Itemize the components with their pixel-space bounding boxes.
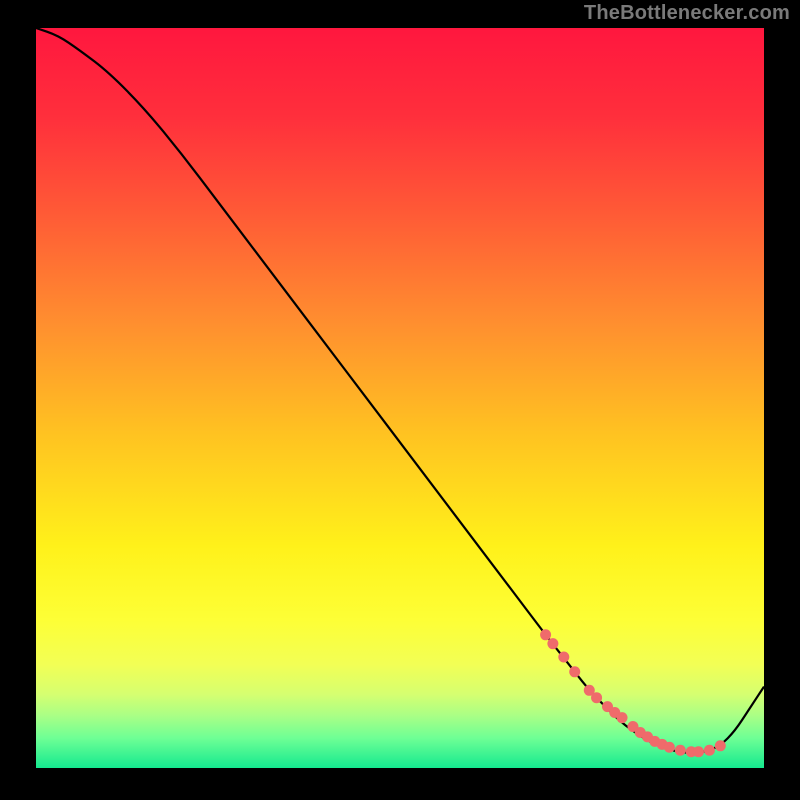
chart-container: TheBottlenecker.com: [0, 0, 800, 800]
highlight-dot: [693, 746, 704, 757]
highlight-dot: [569, 666, 580, 677]
highlight-dot: [664, 742, 675, 753]
highlight-dot: [591, 692, 602, 703]
highlight-dot: [675, 745, 686, 756]
highlight-dot: [547, 638, 558, 649]
plot-area: [36, 28, 764, 768]
highlight-dot: [540, 629, 551, 640]
highlight-dot: [704, 745, 715, 756]
highlight-dot: [617, 712, 628, 723]
attribution-label: TheBottlenecker.com: [584, 2, 790, 25]
highlight-dot: [715, 740, 726, 751]
gradient-background: [36, 28, 764, 768]
chart-svg: [36, 28, 764, 768]
highlight-dot: [558, 652, 569, 663]
